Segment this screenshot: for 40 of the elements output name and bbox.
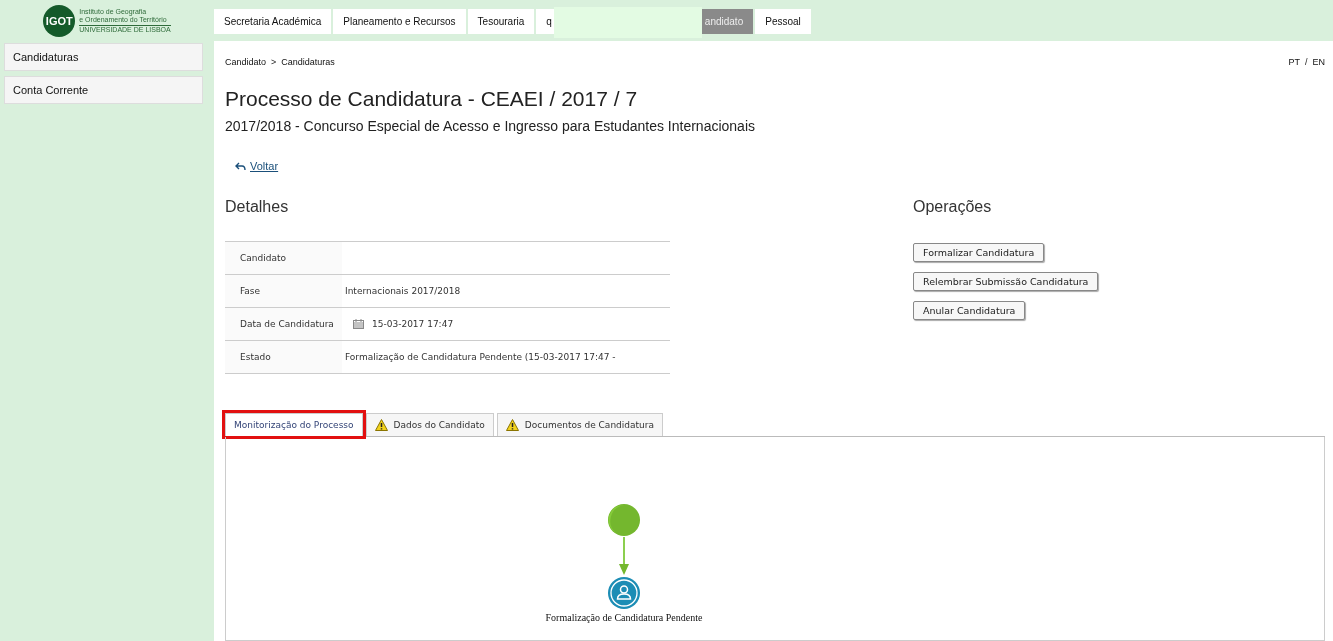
language-separator: /	[1304, 57, 1308, 67]
field-value: Internacionais 2017/2018	[345, 286, 461, 296]
operation-button[interactable]: Anular Candidatura	[913, 301, 1026, 320]
page-subtitle: 2017/2018 - Concurso Especial de Acesso e Ingresso para Estudantes Internacionais	[225, 118, 756, 134]
breadcrumb-separator: >	[271, 57, 277, 67]
field-value: 15-03-2017 17:47	[372, 319, 454, 329]
tab[interactable]: Dados do Candidato	[365, 413, 494, 436]
field-label: Fase	[225, 275, 342, 307]
section-heading: Detalhes	[225, 198, 290, 216]
field-value: Formalização de Candidatura Pendente (15-03-2017 17:47 -	[345, 352, 616, 362]
warning-icon	[505, 419, 519, 431]
nav-tab[interactable]: Tesouraria	[467, 9, 535, 34]
tab[interactable]: Monitorização do Processo	[225, 413, 363, 436]
page-title: Processo de Candidatura - CEAEI / 2017 / 7	[225, 87, 639, 111]
flow-arrow	[618, 537, 630, 576]
warning-icon	[374, 419, 388, 431]
back-link[interactable]: Voltar	[250, 160, 279, 172]
nav-tab[interactable]: q	[536, 9, 554, 34]
breadcrumb-link[interactable]: Candidaturas	[281, 57, 335, 67]
field-label: Estado	[225, 341, 342, 373]
calendar-icon	[353, 319, 364, 329]
logo-badge: IGOT	[43, 4, 76, 37]
breadcrumb-link[interactable]: Candidato	[225, 57, 267, 67]
task-label: Formalização de Candidatura Pendente	[545, 612, 703, 623]
field-label: Data de Candidatura	[225, 308, 342, 340]
field-label: Candidato	[225, 242, 342, 274]
sidebar-item[interactable]: Candidaturas	[4, 43, 203, 71]
operation-button[interactable]: Formalizar Candidatura	[913, 243, 1045, 262]
sidebar-item[interactable]: Conta Corrente	[4, 76, 203, 104]
language-link[interactable]: EN	[1312, 57, 1325, 67]
back-arrow-icon	[235, 161, 246, 171]
nav-tab[interactable]: Planeamento e Recursos	[333, 9, 466, 34]
nav-tab[interactable]: Pessoal	[755, 9, 811, 34]
user-task-node	[607, 576, 641, 610]
start-event-node	[607, 503, 641, 537]
language-link[interactable]: PT	[1288, 57, 1300, 67]
operation-button[interactable]: Relembrar Submissão Candidatura	[913, 272, 1099, 291]
nav-tab[interactable]: Secretaria Académica	[214, 9, 332, 34]
tab[interactable]: Documentos de Candidatura	[496, 413, 663, 436]
section-heading: Operações	[913, 198, 993, 216]
